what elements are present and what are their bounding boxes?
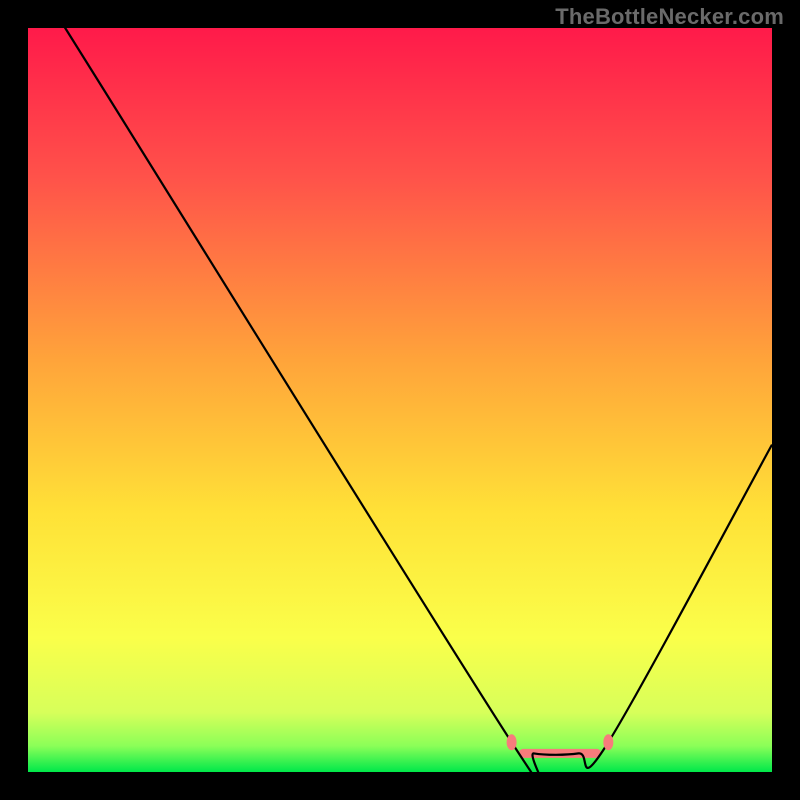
chart-canvas <box>0 0 800 800</box>
curve-marker <box>603 734 613 750</box>
watermark-text: TheBottleNecker.com <box>555 4 784 30</box>
curve-marker <box>507 734 517 750</box>
plot-background <box>28 28 772 772</box>
fit-band <box>519 749 601 758</box>
